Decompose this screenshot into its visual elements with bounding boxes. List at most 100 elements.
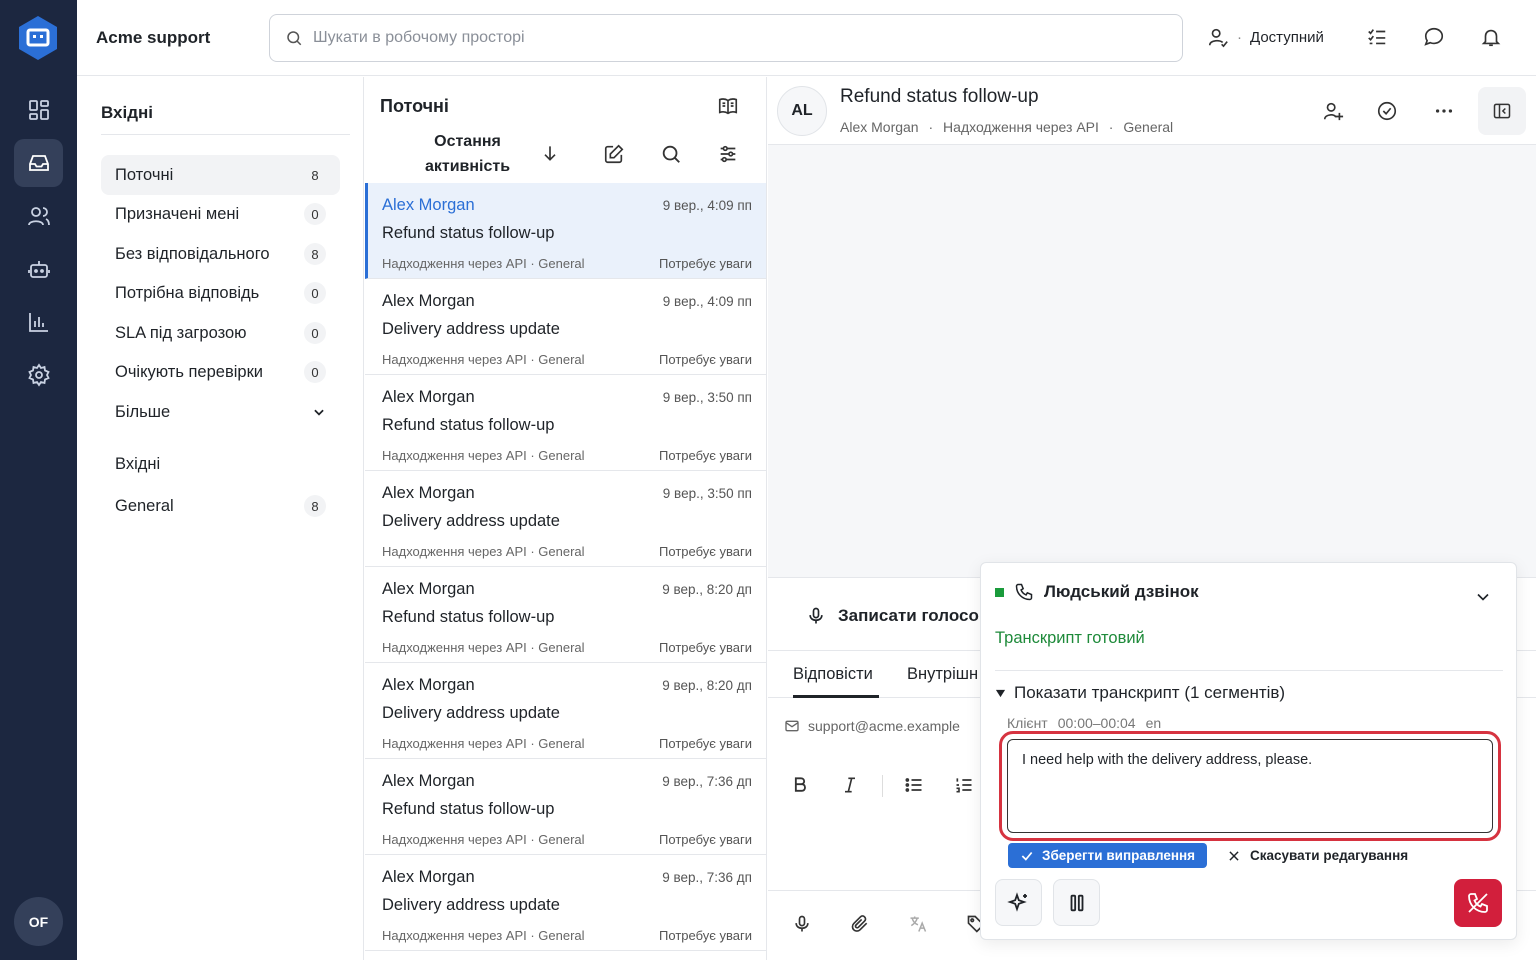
tab-reply[interactable]: Відповісти [793, 665, 873, 684]
contact-name: Alex Morgan [840, 119, 919, 135]
sort-label: Остання [434, 133, 501, 150]
tab-internal-note[interactable]: Внутрішн [907, 665, 978, 684]
pause-call-button[interactable] [1053, 879, 1100, 926]
save-correction-button[interactable]: Зберегти виправлення [1008, 843, 1208, 868]
conversation-subtitle: Alex Morgan · Надходження через API · Ge… [840, 119, 1173, 135]
bullet-list-icon[interactable] [903, 775, 925, 797]
timestamp: 9 вер., 8:20 дп [662, 678, 752, 693]
list-title: Поточні [380, 96, 449, 116]
filter-icon[interactable] [717, 143, 739, 165]
microphone-icon [809, 607, 823, 624]
contacts-icon[interactable] [14, 192, 63, 240]
sidebar-item-current[interactable]: Поточні 8 [101, 155, 340, 195]
conversation-item[interactable]: Alex Morgan 9 вер., 7:36 дп Refund statu… [365, 759, 766, 855]
tasks-icon[interactable] [1366, 26, 1390, 50]
dashboard-icon[interactable] [14, 86, 63, 134]
microphone-icon[interactable] [791, 914, 813, 936]
chat-icon[interactable] [1423, 26, 1447, 50]
from-address[interactable]: support@acme.example [784, 718, 960, 734]
conversation-subject: Refund status follow-up [382, 608, 555, 626]
toolbar-divider [882, 775, 883, 797]
segment-meta: Клієнт 00:00–00:04 en [1007, 715, 1161, 731]
search-icon[interactable] [660, 143, 682, 165]
collapse-chevron-down-icon[interactable] [1473, 587, 1493, 612]
sidebar-item-needs-reply[interactable]: Потрібна відповідь 0 [101, 273, 340, 313]
sort-direction-arrow-icon[interactable] [540, 143, 562, 165]
italic-icon[interactable] [839, 775, 861, 797]
conversation-subject: Refund status follow-up [382, 224, 555, 242]
conversation-item[interactable]: Alex Morgan 9 вер., 3:50 пп Delivery add… [365, 471, 766, 567]
sort-selector[interactable]: Остання активність [415, 129, 520, 179]
assign-user-icon[interactable] [1322, 100, 1344, 122]
segment-language: en [1145, 715, 1162, 731]
separator: · [1108, 119, 1114, 135]
sort-label: активність [424, 158, 511, 175]
notifications-bell-icon[interactable] [1480, 26, 1504, 50]
segment-speaker: Клієнт [1007, 715, 1048, 731]
sidebar-item-assigned-to-me[interactable]: Призначені мені 0 [101, 194, 340, 234]
bold-icon[interactable] [789, 775, 811, 797]
show-transcript-toggle[interactable]: Показати транскрипт (1 сегментів) [995, 683, 1285, 703]
app-logo-icon[interactable] [16, 14, 60, 62]
sidebar-item-more[interactable]: Більше [101, 392, 340, 432]
conversation-item[interactable]: Alex Morgan 9 вер., 8:20 дп Refund statu… [365, 567, 766, 663]
conversation-item[interactable]: Alex Morgan 9 вер., 3:50 пп Refund statu… [365, 375, 766, 471]
sidebar-item-label: Потрібна відповідь [115, 283, 260, 302]
status-label: Доступний [1250, 28, 1324, 46]
sidebar-item-label: Очікують перевірки [115, 362, 264, 381]
divider [995, 670, 1503, 671]
conversation-meta: Надходження через API · General [382, 352, 585, 367]
conversation-subject: Delivery address update [382, 704, 560, 722]
conversation-meta: Надходження через API · General [382, 928, 585, 943]
bot-icon[interactable] [14, 245, 63, 293]
search-icon [287, 31, 302, 46]
conversation-subject: Refund status follow-up [382, 416, 555, 434]
attachment-icon[interactable] [849, 914, 871, 936]
sidebar-item-label: Поточні [115, 165, 174, 184]
status-separator: · [1237, 28, 1242, 46]
contact-name: Alex Morgan [382, 292, 475, 310]
user-avatar[interactable]: OF [14, 897, 63, 946]
conversation-title: Refund status follow-up [840, 86, 1039, 107]
transcript-edit-highlight [999, 731, 1501, 841]
cancel-edit-button[interactable]: Скасувати редагування [1227, 843, 1408, 868]
search-input[interactable] [313, 29, 1113, 47]
book-icon[interactable] [717, 95, 739, 117]
transcript-segment-editor[interactable] [1007, 739, 1493, 833]
count-badge: 0 [304, 361, 326, 383]
workspace-search[interactable] [269, 14, 1183, 62]
record-voice-button[interactable]: Записати голосов [806, 606, 989, 626]
status-badge: Потребує уваги [659, 352, 752, 367]
sidebar-group-title: Вхідні [115, 455, 161, 473]
call-active-indicator [995, 587, 1004, 597]
segment-time: 00:00–00:04 [1057, 715, 1136, 731]
count-badge: 8 [304, 243, 326, 265]
sidebar-item-unassigned[interactable]: Без відповідального 8 [101, 234, 340, 274]
settings-icon[interactable] [14, 351, 63, 399]
compose-icon[interactable] [603, 143, 625, 165]
resolve-check-icon[interactable] [1376, 100, 1398, 122]
availability-status[interactable]: · Доступний [1207, 26, 1324, 48]
conversation-meta: Надходження через API · General [382, 832, 585, 847]
conversation-item[interactable]: Alex Morgan 9 вер., 8:20 дп Delivery add… [365, 663, 766, 759]
timestamp: 9 вер., 7:36 дп [662, 870, 752, 885]
conversation-inbox: General [1123, 119, 1174, 135]
conversation-item[interactable]: Alex Morgan 9 вер., 7:36 дп Delivery add… [365, 855, 766, 951]
more-options-icon[interactable] [1433, 100, 1455, 122]
active-tab-indicator [793, 695, 879, 698]
sidebar-item-sla-at-risk[interactable]: SLA під загрозою 0 [101, 313, 340, 353]
reports-icon[interactable] [14, 298, 63, 346]
end-call-button[interactable] [1454, 879, 1502, 927]
numbered-list-icon[interactable] [953, 775, 975, 797]
user-status-icon [1208, 28, 1228, 48]
conversation-item[interactable]: Alex Morgan 9 вер., 4:09 пп Delivery add… [365, 279, 766, 375]
translate-icon[interactable] [907, 914, 929, 936]
ai-sparkle-button[interactable] [995, 879, 1042, 926]
timestamp: 9 вер., 4:09 пп [662, 198, 752, 213]
sidebar-item-awaiting-review[interactable]: Очікують перевірки 0 [101, 352, 340, 392]
contact-name: Alex Morgan [382, 484, 475, 502]
toggle-panel-button[interactable] [1478, 87, 1526, 135]
conversation-item[interactable]: Alex Morgan 9 вер., 4:09 пп Refund statu… [365, 183, 766, 279]
sidebar-item-general[interactable]: General 8 [101, 486, 340, 526]
inbox-icon[interactable] [14, 139, 63, 187]
